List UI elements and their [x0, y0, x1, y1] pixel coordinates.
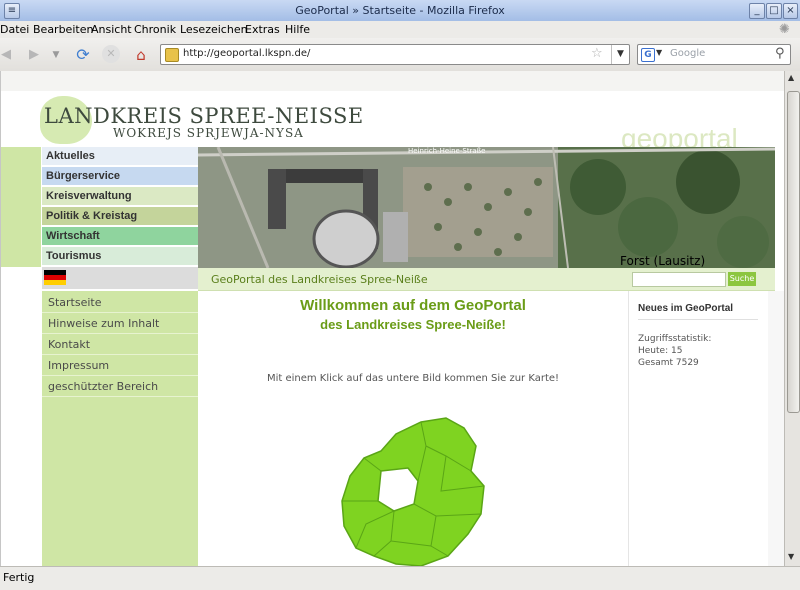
welcome-heading-line2: des Landkreises Spree-Neiße!: [320, 317, 506, 332]
window-titlebar[interactable]: ≡ GeoPortal » Startseite - Mozilla Firef…: [0, 0, 800, 22]
google-engine-icon[interactable]: G: [641, 48, 655, 62]
stats-block: Zugriffsstatistik: Heute: 15 Gesamt 7529: [638, 333, 711, 369]
minimize-icon[interactable]: _: [749, 3, 765, 19]
menu-datei[interactable]: Datei: [0, 23, 29, 36]
nav-politik-kreistag[interactable]: Politik & Kreistag: [42, 207, 198, 226]
welcome-heading-line1: Willkommen auf dem GeoPortal: [300, 297, 526, 314]
nav-tourismus[interactable]: Tourismus: [42, 247, 198, 266]
status-text: Fertig: [3, 571, 35, 584]
district-map-link[interactable]: [336, 416, 486, 567]
stats-label: Zugriffsstatistik:: [638, 334, 712, 344]
german-flag-icon[interactable]: [44, 270, 66, 285]
navigation-toolbar: ◀ ▶ ▼ ⟳ ✕ ⌂ http://geoportal.lkspn.de/ ☆…: [0, 38, 800, 72]
page-content: LANDKREIS SPREE-NEISSE WOKREJS SPRJEWJA-…: [0, 71, 785, 567]
language-row: [42, 267, 198, 289]
site-search-button[interactable]: Suche: [728, 272, 756, 286]
sidebar-item-geschuetzt[interactable]: geschützter Bereich: [42, 377, 198, 397]
news-title: Neues im GeoPortal: [638, 303, 734, 314]
left-accent-column: [1, 147, 41, 267]
back-icon[interactable]: ◀: [0, 45, 16, 65]
sidebar-item-kontakt[interactable]: Kontakt: [42, 335, 198, 355]
intro-text: Mit einem Klick auf das untere Bild komm…: [266, 373, 560, 384]
sidebar-item-hinweise[interactable]: Hinweise zum Inhalt: [42, 314, 198, 334]
vertical-scrollbar[interactable]: ▲ ▼: [784, 71, 800, 566]
home-icon[interactable]: ⌂: [131, 45, 151, 65]
url-text[interactable]: http://geoportal.lkspn.de/: [183, 48, 310, 59]
throbber-icon: ✺: [779, 22, 790, 37]
aerial-city-label: Forst (Lausitz): [620, 254, 706, 268]
scrollbar-thumb[interactable]: [787, 91, 800, 413]
subnav-bar: GeoPortal des Landkreises Spree-Neiße Su…: [198, 268, 775, 291]
site-search-input[interactable]: [632, 272, 726, 287]
search-icon[interactable]: ⚲: [775, 46, 785, 61]
search-bar[interactable]: G ▼ Google ⚲: [637, 44, 791, 65]
news-divider: [628, 291, 629, 566]
welcome-heading: Willkommen auf dem GeoPortal des Landkre…: [198, 291, 628, 332]
nav-wirtschaft[interactable]: Wirtschaft: [42, 227, 198, 246]
menu-hilfe[interactable]: Hilfe: [285, 23, 310, 36]
stop-icon[interactable]: ✕: [102, 45, 120, 63]
aerial-photo: Heinrich-Heine-Straße Forst (Lausitz): [198, 147, 775, 268]
history-dropdown-icon[interactable]: ▼: [50, 45, 62, 65]
close-icon[interactable]: ×: [783, 3, 798, 19]
menu-extras[interactable]: Extras: [245, 23, 280, 36]
aerial-street-label: Heinrich-Heine-Straße: [408, 147, 486, 155]
nav-kreisverwaltung[interactable]: Kreisverwaltung: [42, 187, 198, 206]
brand-subtitle: WOKREJS SPRJEWJA-NYSA: [113, 126, 304, 140]
sidebar-item-impressum[interactable]: Impressum: [42, 356, 198, 376]
menu-bearbeiten[interactable]: Bearbeiten: [33, 23, 93, 36]
right-margin: [768, 291, 785, 566]
window-title: GeoPortal » Startseite - Mozilla Firefox: [295, 4, 505, 17]
scroll-up-icon[interactable]: ▲: [788, 73, 794, 82]
forward-icon[interactable]: ▶: [24, 45, 44, 65]
page-top-strip: [1, 71, 785, 91]
brand-title: LANDKREIS SPREE-NEISSE: [44, 104, 364, 128]
nav-buergerservice[interactable]: Bürgerservice: [42, 167, 198, 186]
url-bar[interactable]: http://geoportal.lkspn.de/ ☆ ▼: [160, 44, 630, 65]
news-title-rule: [638, 319, 758, 320]
reload-icon[interactable]: ⟳: [73, 45, 93, 65]
scroll-down-icon[interactable]: ▼: [788, 552, 794, 561]
site-favicon-icon: [165, 48, 179, 62]
bookmark-star-icon[interactable]: ☆: [591, 46, 603, 61]
subnav-title: GeoPortal des Landkreises Spree-Neiße: [211, 273, 428, 286]
menu-lesezeichen[interactable]: Lesezeichen: [180, 23, 248, 36]
district-map-image: [341, 417, 485, 567]
status-bar: Fertig: [0, 566, 800, 590]
maximize-icon[interactable]: □: [766, 3, 782, 19]
menu-chronik[interactable]: Chronik: [134, 23, 176, 36]
stats-total: Gesamt 7529: [638, 358, 699, 368]
stats-today: Heute: 15: [638, 346, 683, 356]
sidebar-item-startseite[interactable]: Startseite: [42, 293, 198, 313]
search-placeholder[interactable]: Google: [670, 48, 705, 59]
engine-dropdown-icon[interactable]: ▼: [656, 48, 662, 57]
aerial-photo-graphic: [198, 147, 775, 268]
nav-aktuelles[interactable]: Aktuelles: [42, 147, 198, 166]
url-dropdown-icon[interactable]: ▼: [611, 45, 629, 64]
menu-ansicht[interactable]: Ansicht: [91, 23, 132, 36]
menu-bar: Datei Bearbeiten Ansicht Chronik Lesezei…: [0, 21, 800, 39]
